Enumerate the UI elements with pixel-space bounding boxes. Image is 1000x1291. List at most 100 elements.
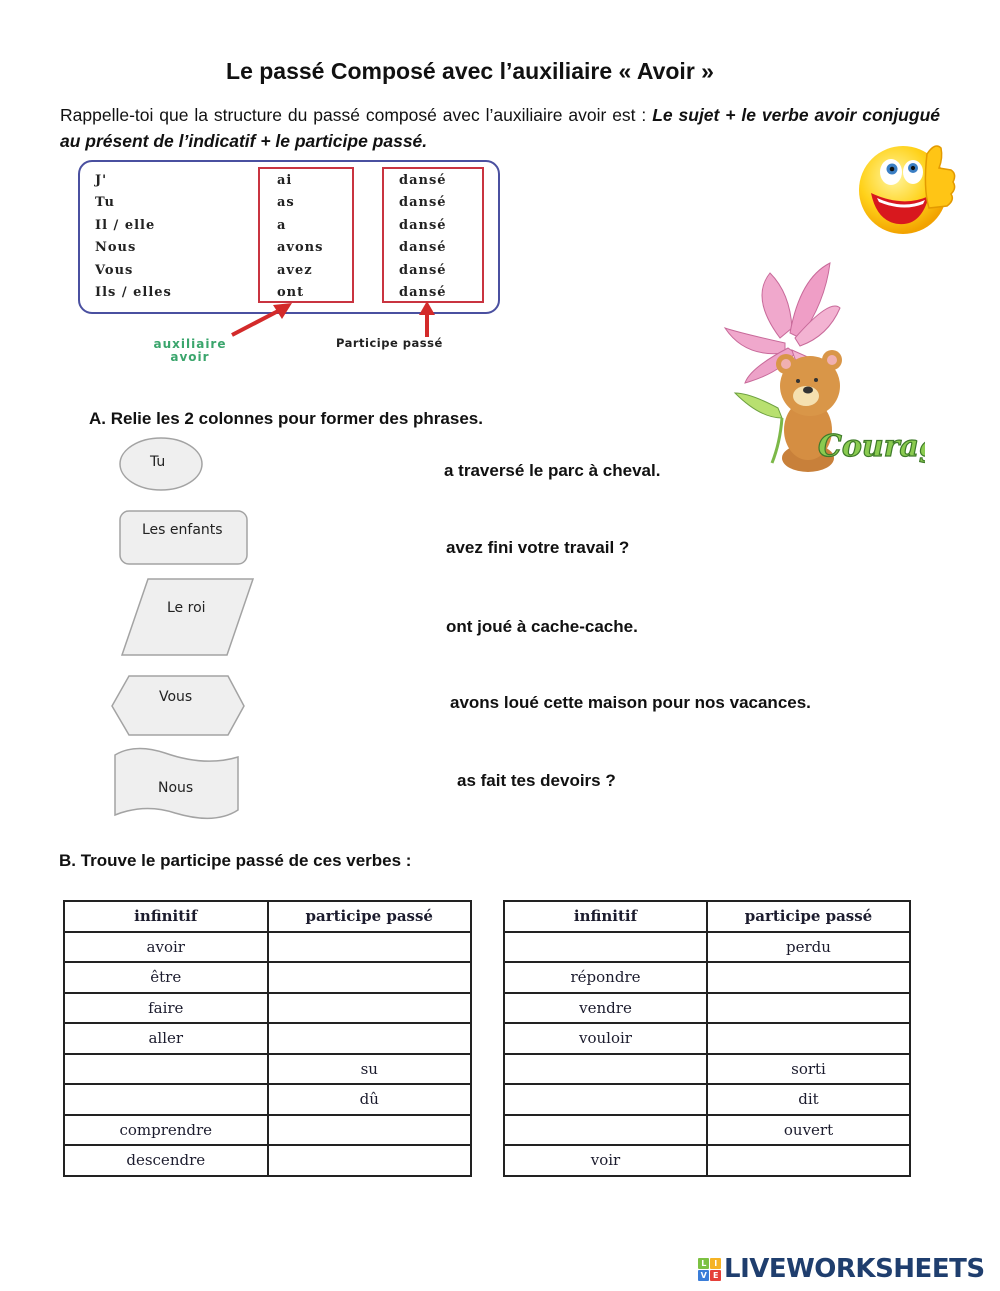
participle-cell[interactable]: dit: [706, 1083, 911, 1116]
logo-letter-block: E: [710, 1270, 721, 1281]
sentence-ending: avez fini votre travail ?: [446, 538, 630, 557]
subject-label: Tu: [150, 454, 166, 470]
auxiliary-form: as: [277, 195, 295, 211]
participle-cell[interactable]: [266, 1113, 472, 1146]
auxiliary-label: auxiliaire avoir: [138, 338, 242, 364]
participle-table-right: infinitif participe passé perdu répondre…: [503, 900, 911, 1177]
courage-caption: Courage: [818, 429, 925, 464]
header-infinitive: infinitif: [503, 900, 708, 933]
participle-cell[interactable]: sorti: [706, 1052, 911, 1085]
infinitive-cell[interactable]: vouloir: [503, 1022, 708, 1055]
participle-form: dansé: [399, 195, 447, 211]
auxiliary-column: ai as a avons avez ont: [277, 170, 323, 304]
sentence-ending: ont joué à cache-cache.: [446, 617, 638, 636]
arrow-to-participle: [419, 301, 435, 337]
subject-label: Nous: [158, 780, 194, 796]
participle-cell[interactable]: [266, 930, 472, 963]
subject: J': [95, 173, 108, 188]
infinitive-cell[interactable]: répondre: [503, 961, 708, 994]
liveworksheets-logo[interactable]: L I V E LIVEWORKSHEETS: [698, 1254, 985, 1284]
intro-paragraph: Rappelle-toi que la structure du passé c…: [60, 102, 940, 154]
infinitive-cell[interactable]: vendre: [503, 991, 708, 1024]
participle-cell[interactable]: ouvert: [706, 1113, 911, 1146]
participle-label: Participe passé: [336, 336, 443, 350]
auxiliary-label-line2: avoir: [170, 350, 210, 364]
participle-form: dansé: [399, 240, 447, 256]
infinitive-cell[interactable]: [63, 1052, 269, 1085]
infinitive-cell[interactable]: [503, 1113, 708, 1146]
sentence-ending: a traversé le parc à cheval.: [444, 461, 661, 480]
infinitive-cell[interactable]: faire: [63, 991, 269, 1024]
shape-parallelogram-le-roi: [120, 578, 255, 656]
auxiliary-form: avons: [277, 240, 324, 256]
infinitive-cell[interactable]: aller: [63, 1022, 269, 1055]
participle-cell[interactable]: [266, 1144, 472, 1177]
table-row: vendre: [503, 991, 911, 1024]
participle-form: dansé: [399, 173, 447, 188]
infinitive-cell[interactable]: avoir: [63, 930, 269, 963]
thumbs-up-smiley-icon: [859, 145, 956, 234]
subject-label: Vous: [159, 689, 193, 705]
subjects-column: J' Tu Il / elle Nous Vous Ils / elles: [95, 170, 172, 304]
participle-cell[interactable]: perdu: [706, 930, 911, 963]
logo-letter-block: I: [710, 1258, 721, 1269]
table-row: ouvert: [503, 1113, 911, 1146]
section-a-heading: A. Relie les 2 colonnes pour former des …: [89, 409, 483, 428]
header-participle: participe passé: [266, 900, 472, 933]
table-row: faire: [63, 991, 472, 1024]
subject-shapes: [111, 437, 255, 820]
infinitive-cell[interactable]: être: [63, 961, 269, 994]
table-row: sorti: [503, 1052, 911, 1085]
subject: Vous: [95, 262, 134, 278]
table-row: avoir: [63, 930, 472, 963]
auxiliary-form: avez: [277, 262, 313, 278]
subject-label: Les enfants: [142, 522, 223, 538]
infinitive-cell[interactable]: [63, 1083, 269, 1116]
participle-table-left: infinitif participe passé avoir être fai…: [63, 900, 472, 1177]
courage-bear-illustration: Courage: [723, 262, 925, 472]
participle-cell[interactable]: [706, 961, 911, 994]
infinitive-cell[interactable]: comprendre: [63, 1113, 269, 1146]
subject: Tu: [95, 195, 115, 211]
participle-form: dansé: [399, 217, 447, 233]
page-title: Le passé Composé avec l’auxiliaire « Avo…: [226, 58, 714, 84]
table-row: voir: [503, 1144, 911, 1177]
shape-hexagon-vous: [111, 675, 245, 736]
participle-cell[interactable]: [266, 1022, 472, 1055]
infinitive-cell[interactable]: [503, 1083, 708, 1116]
sentence-ending: avons loué cette maison pour nos vacance…: [450, 693, 811, 712]
table-row: comprendre: [63, 1113, 472, 1146]
table-row: dû: [63, 1083, 472, 1116]
table-header-row: infinitif participe passé: [63, 900, 472, 933]
participle-cell[interactable]: [266, 961, 472, 994]
table-row: vouloir: [503, 1022, 911, 1055]
leaf-icon: [733, 392, 783, 419]
participle-cell[interactable]: [266, 991, 472, 1024]
participle-cell[interactable]: [706, 1022, 911, 1055]
infinitive-cell[interactable]: [503, 930, 708, 963]
table-row: être: [63, 961, 472, 994]
table-row: su: [63, 1052, 472, 1085]
subject: Nous: [95, 240, 137, 256]
infinitive-cell[interactable]: descendre: [63, 1144, 269, 1177]
subject-label: Le roi: [167, 600, 206, 616]
auxiliary-form: a: [277, 217, 287, 233]
infinitive-cell[interactable]: [503, 1052, 708, 1085]
header-infinitive: infinitif: [63, 900, 269, 933]
participle-cell[interactable]: [706, 991, 911, 1024]
logo-text: LIVEWORKSHEETS: [724, 1254, 985, 1284]
table-row: aller: [63, 1022, 472, 1055]
arrow-to-auxiliary: [231, 303, 292, 337]
live-blocks-icon: L I V E: [698, 1258, 721, 1281]
participle-cell[interactable]: su: [266, 1052, 472, 1085]
logo-letter-block: V: [698, 1270, 709, 1281]
section-b-heading: B. Trouve le participe passé de ces verb…: [59, 851, 412, 870]
participle-cell[interactable]: dû: [266, 1083, 472, 1116]
infinitive-cell[interactable]: voir: [503, 1144, 708, 1177]
participle-column: dansé dansé dansé dansé dansé dansé: [399, 170, 447, 304]
header-participle: participe passé: [706, 900, 911, 933]
table-header-row: infinitif participe passé: [503, 900, 911, 933]
participle-cell[interactable]: [706, 1144, 911, 1177]
auxiliary-form: ai: [277, 173, 293, 188]
table-row: dit: [503, 1083, 911, 1116]
